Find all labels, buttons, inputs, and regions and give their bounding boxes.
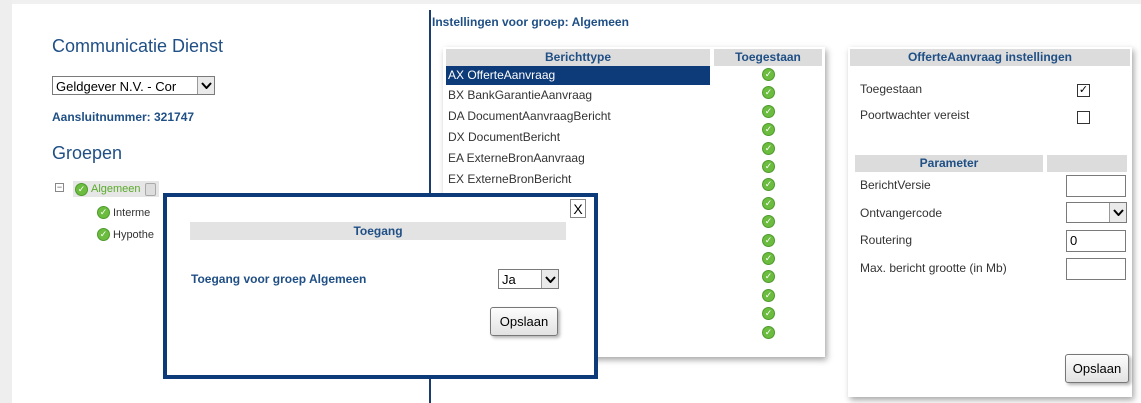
message-row[interactable]: AX OfferteAanvraag [446, 66, 710, 85]
access-select-value: Ja [502, 272, 516, 287]
param-label: Max. bericht grootte (in Mb) [860, 261, 1007, 275]
max-size-input[interactable] [1066, 258, 1126, 280]
col-header-allowed: Toegestaan [714, 49, 822, 66]
tree-node-child[interactable]: ✓ Hypothe [97, 228, 154, 241]
message-row[interactable]: EX ExterneBronBericht [446, 170, 710, 189]
message-row[interactable]: BX BankGarantieAanvraag [446, 86, 710, 105]
tree-node-algemeen[interactable]: ✓ Algemeen [73, 181, 159, 197]
collapse-toggle-icon[interactable]: − [55, 183, 64, 192]
gatekeeper-label: Poortwachter vereist [860, 108, 970, 122]
tree-node-label: Interme [113, 206, 151, 219]
access-label: Toegang voor groep Algemeen [191, 272, 367, 286]
groups-title: Groepen [52, 143, 123, 163]
check-icon: ✓ [97, 228, 110, 241]
gatekeeper-checkbox[interactable] [1077, 111, 1090, 124]
access-select[interactable]: Ja [498, 269, 559, 289]
settings-header: OfferteAanvraag instellingen [850, 49, 1130, 66]
save-settings-button[interactable]: Opslaan [1065, 354, 1129, 383]
access-dialog: X Toegang Toegang voor groep Algemeen Ja… [163, 193, 598, 379]
dialog-title: Toegang [190, 222, 566, 240]
message-row[interactable]: DA DocumentAanvraagBericht [446, 107, 710, 126]
lender-select[interactable]: Geldgever N.V. - Cor [52, 76, 215, 95]
message-row[interactable]: EA ExterneBronAanvraag [446, 149, 710, 168]
param-label: Ontvangercode [860, 206, 943, 220]
left-edge-bar [0, 0, 12, 403]
allowed-checkbox[interactable]: ✓ [1077, 84, 1090, 97]
allowed-check-icon: ✓ [762, 68, 775, 81]
allowed-check-icon: ✓ [762, 141, 775, 155]
connection-number: Aansluitnummer: 321747 [52, 110, 195, 124]
chevron-down-icon[interactable] [1109, 203, 1126, 222]
allowed-check-icon: ✓ [762, 233, 775, 247]
tree-node-label: Hypothe [113, 228, 154, 241]
message-version-input[interactable] [1066, 175, 1126, 197]
check-icon: ✓ [75, 182, 88, 196]
routing-input[interactable]: 0 [1066, 230, 1126, 252]
close-icon[interactable]: X [570, 199, 586, 218]
allowed-check-icon: ✓ [762, 288, 775, 302]
settings-heading: Instellingen voor groep: Algemeen [432, 15, 629, 29]
param-value-header [1047, 155, 1127, 172]
check-icon: ✓ [97, 206, 110, 219]
service-title: Communicatie Dienst [52, 36, 224, 56]
param-label: BerichtVersie [860, 178, 931, 192]
tree-node-label: Algemeen [91, 183, 141, 195]
allowed-check-icon: ✓ [762, 325, 775, 339]
tree-node-child[interactable]: ✓ Interme [97, 206, 150, 219]
lender-select-value: Geldgever N.V. - Cor [56, 79, 177, 94]
allowed-check-icon: ✓ [762, 104, 775, 118]
chevron-down-icon[interactable] [541, 270, 558, 288]
allowed-check-icon: ✓ [762, 160, 775, 173]
param-header: Parameter [855, 155, 1043, 172]
col-header-type: Berichttype [446, 49, 710, 66]
allowed-check-icon: ✓ [762, 196, 775, 210]
allowed-check-icon: ✓ [762, 252, 775, 265]
param-label: Routering [860, 233, 913, 247]
top-edge-bar [12, 0, 1141, 4]
allowed-label: Toegestaan [860, 82, 923, 96]
message-row[interactable]: DX DocumentBericht [446, 128, 710, 147]
receiver-code-select[interactable] [1066, 202, 1127, 223]
save-access-button[interactable]: Opslaan [490, 307, 558, 336]
lock-icon [144, 183, 156, 196]
chevron-down-icon[interactable] [197, 77, 214, 94]
